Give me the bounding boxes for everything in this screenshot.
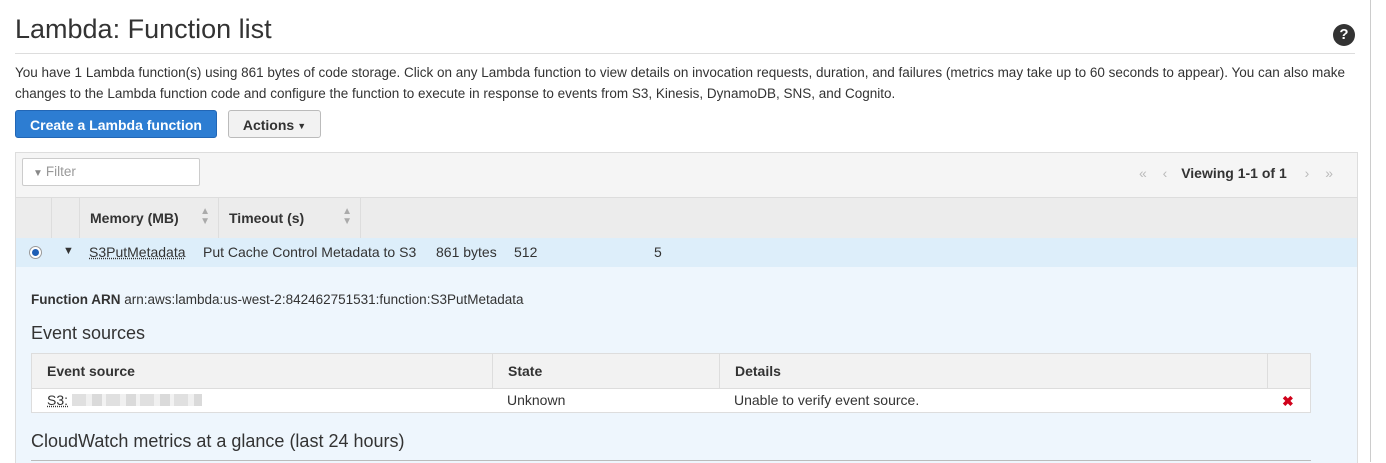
expand-caret-icon[interactable]: ▼: [63, 245, 74, 257]
title-divider: [15, 53, 1355, 54]
caret-down-icon: ▼: [297, 121, 307, 131]
table-header: Memory (MB) ▲ ▼ Timeout (s) ▲ ▼: [16, 197, 1357, 239]
create-lambda-function-button[interactable]: Create a Lambda function: [15, 110, 217, 138]
prev-page-icon[interactable]: ‹: [1163, 165, 1168, 181]
column-header-timeout[interactable]: Timeout (s) ▲ ▼: [219, 198, 361, 238]
function-code-size: 861 bytes: [436, 244, 497, 260]
function-arn-value: arn:aws:lambda:us-west-2:842462751531:fu…: [124, 292, 524, 307]
function-details: Function ARN arn:aws:lambda:us-west-2:84…: [16, 267, 1357, 463]
event-sources-table: Event source State Details S3: Unknown U…: [31, 353, 1311, 413]
window-edge: [1370, 0, 1371, 462]
column-header-memory-label: Memory (MB): [90, 210, 179, 226]
function-timeout: 5: [654, 244, 662, 260]
function-table-panel: ▼ Filter « ‹ Viewing 1-1 of 1 › » Memory …: [15, 152, 1358, 463]
column-header-memory[interactable]: Memory (MB) ▲ ▼: [80, 198, 219, 238]
function-description: Put Cache Control Metadata to S3: [203, 244, 417, 260]
help-icon[interactable]: ?: [1333, 24, 1355, 46]
event-sources-header: Event source State Details: [32, 354, 1310, 389]
function-memory: 512: [514, 244, 538, 260]
function-arn-label: Function ARN: [31, 292, 121, 307]
function-arn: Function ARN arn:aws:lambda:us-west-2:84…: [31, 292, 524, 307]
column-header-details: Details: [720, 354, 1268, 388]
event-sources-title: Event sources: [31, 323, 146, 343]
cloudwatch-title: CloudWatch metrics at a glance (last 24 …: [31, 431, 405, 451]
actions-label: Actions: [242, 117, 295, 133]
redacted-bucket-name: [71, 394, 202, 406]
sort-icon: ▲ ▼: [200, 206, 210, 227]
funnel-icon: ▼: [33, 168, 43, 179]
cloudwatch-divider: [31, 460, 1311, 461]
event-details-cell: Unable to verify event source.: [734, 392, 920, 408]
actions-dropdown-button[interactable]: Actions ▼: [228, 110, 321, 138]
last-page-icon[interactable]: »: [1325, 165, 1333, 181]
filter-input[interactable]: ▼ Filter: [22, 158, 200, 186]
column-header-event-source: Event source: [32, 354, 493, 388]
intro-text: You have 1 Lambda function(s) using 861 …: [15, 65, 1346, 101]
header-select-cell: [16, 198, 52, 238]
delete-icon[interactable]: ✖: [1282, 393, 1294, 410]
pagination: « ‹ Viewing 1-1 of 1 › »: [1127, 165, 1333, 181]
event-source-link[interactable]: S3:: [47, 392, 68, 408]
event-source-cell[interactable]: S3:: [47, 392, 202, 408]
first-page-icon[interactable]: «: [1139, 165, 1147, 181]
table-row[interactable]: ▼ S3PutMetadata Put Cache Control Metada…: [16, 238, 1357, 267]
sort-icon: ▲ ▼: [342, 206, 352, 227]
header-expand-cell: [52, 198, 80, 238]
event-state-cell: Unknown: [507, 392, 566, 408]
pager-text: Viewing 1-1 of 1: [1181, 165, 1287, 181]
page-title: Lambda: Function list: [15, 14, 272, 44]
function-name-link[interactable]: S3PutMetadata: [89, 244, 186, 260]
column-header-timeout-label: Timeout (s): [229, 210, 305, 226]
column-header-state: State: [493, 354, 720, 388]
row-select-radio[interactable]: [29, 246, 42, 259]
filter-placeholder: Filter: [45, 164, 76, 179]
next-page-icon[interactable]: ›: [1305, 165, 1310, 181]
